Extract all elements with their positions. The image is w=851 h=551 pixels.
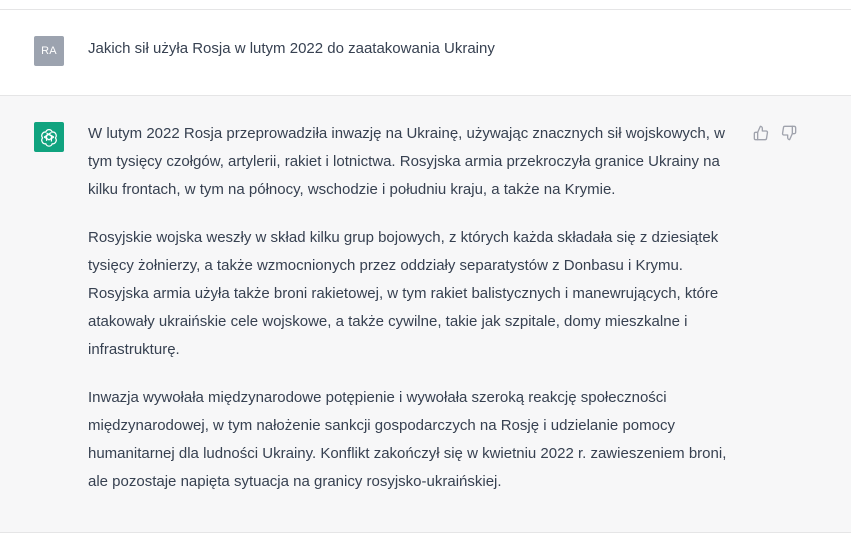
thumbs-down-icon <box>781 125 797 141</box>
thumbs-up-icon <box>753 125 769 141</box>
user-message-row: RA Jakich sił użyła Rosja w lutym 2022 d… <box>0 10 851 96</box>
openai-logo-icon <box>41 129 57 147</box>
assistant-paragraph-3: Inwazja wywołała międzynarodowe potępien… <box>88 389 727 490</box>
thumbs-down-button[interactable] <box>780 124 798 142</box>
chat-page: RA Jakich sił użyła Rosja w lutym 2022 d… <box>0 0 851 551</box>
assistant-paragraph-2: Rosyjskie wojska weszły w skład kilku gr… <box>88 229 719 358</box>
user-message-text: Jakich sił użyła Rosja w lutym 2022 do z… <box>88 40 495 57</box>
feedback-actions <box>752 124 798 142</box>
assistant-avatar <box>34 122 64 152</box>
bottom-spacer <box>0 533 851 550</box>
assistant-message-row: W lutym 2022 Rosja przeprowadziła inwazj… <box>0 96 851 533</box>
assistant-paragraph-1: W lutym 2022 Rosja przeprowadziła inwazj… <box>88 125 725 198</box>
user-avatar: RA <box>34 36 64 66</box>
top-spacer <box>0 0 851 10</box>
assistant-message-text: W lutym 2022 Rosja przeprowadziła inwazj… <box>88 120 738 496</box>
thumbs-up-button[interactable] <box>752 124 770 142</box>
